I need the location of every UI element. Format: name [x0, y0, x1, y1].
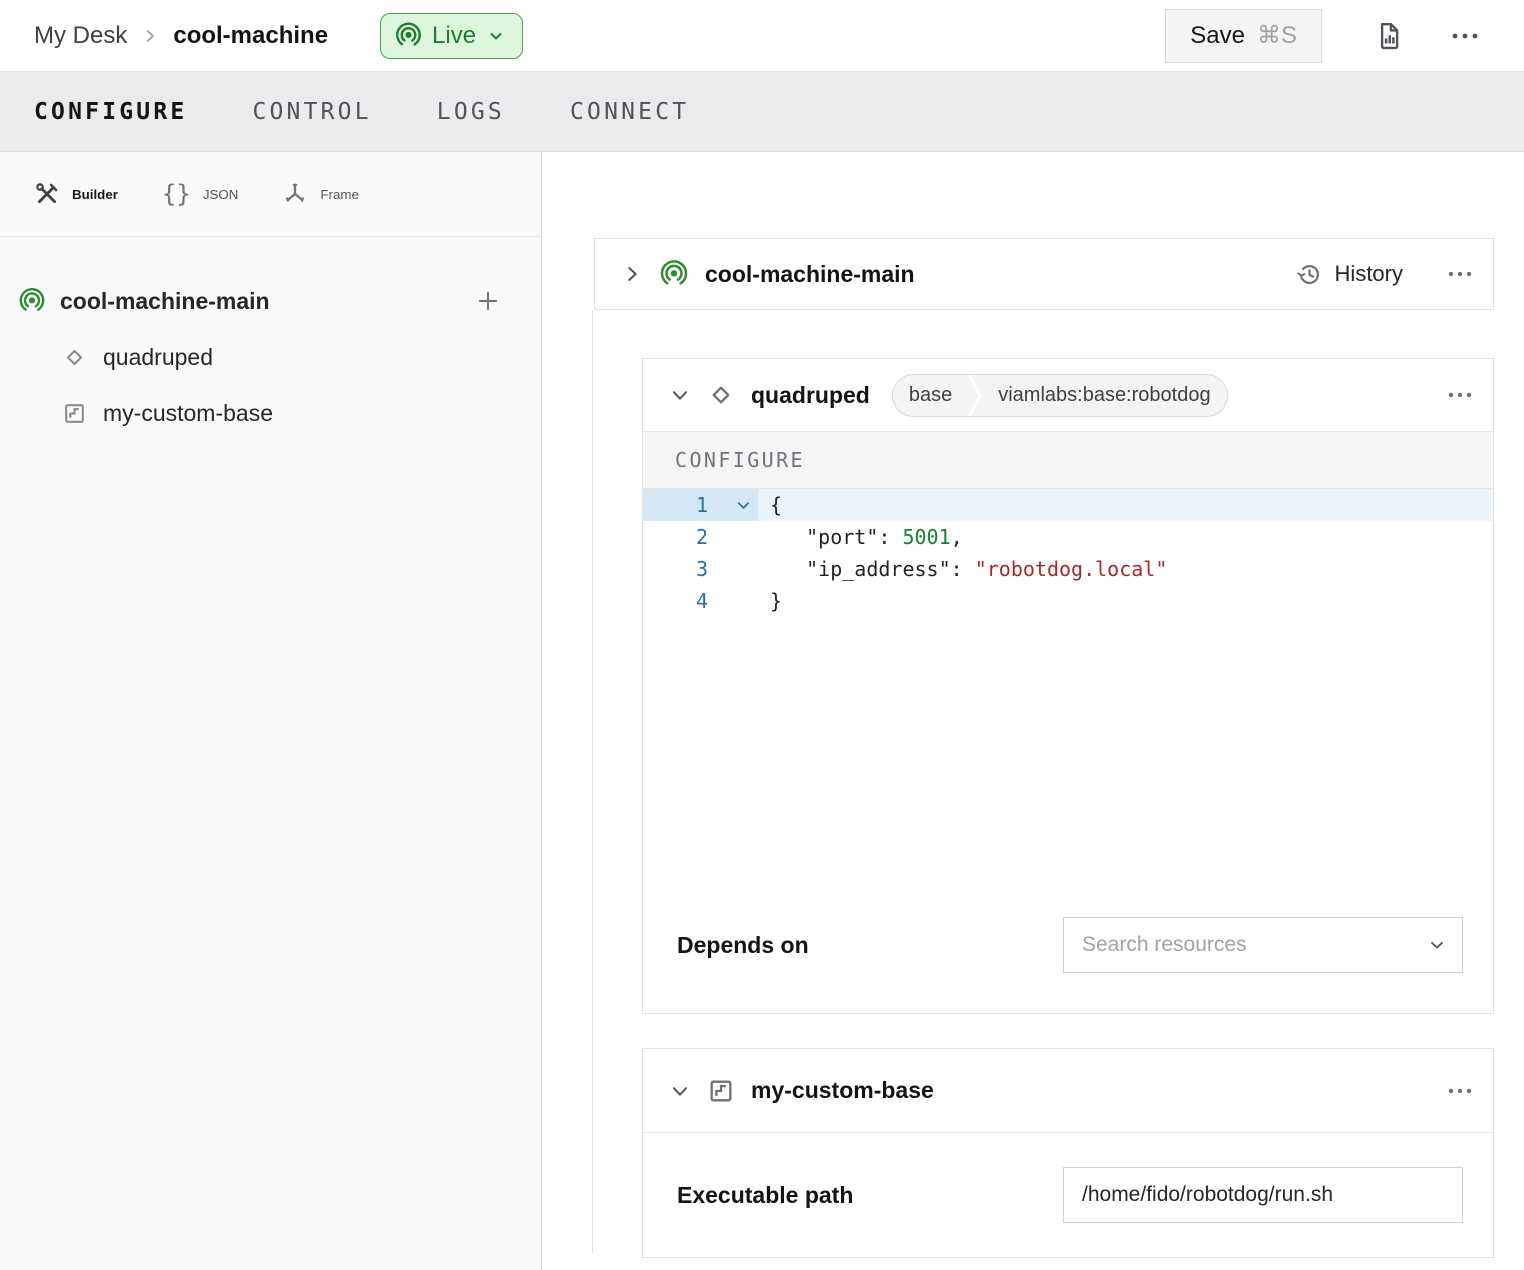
component-type-model-badge: base viamlabs:base:robotdog — [892, 374, 1228, 417]
component-diamond-icon — [707, 381, 735, 409]
resource-tree: cool-machine-main quadruped — [0, 237, 541, 441]
configure-section-header: CONFIGURE — [643, 431, 1493, 489]
live-signal-icon — [395, 22, 422, 49]
badge-divider-icon — [968, 374, 982, 417]
history-label: History — [1335, 261, 1403, 287]
add-resource-button[interactable] — [475, 288, 501, 314]
status-badge-label: Live — [432, 22, 476, 50]
component-diamond-icon — [62, 345, 87, 370]
code-line-3[interactable]: 3 "ip_address": "robotdog.local" — [643, 553, 1493, 585]
header-overflow-menu-button[interactable] — [1450, 31, 1480, 41]
fold-gutter-space — [736, 521, 758, 553]
module-icon — [707, 1077, 735, 1105]
collapse-quadruped-button[interactable] — [669, 384, 691, 406]
collapse-module-button[interactable] — [669, 1080, 691, 1102]
module-card: my-custom-base Executable path — [642, 1048, 1494, 1258]
module-card-menu-button[interactable] — [1447, 1087, 1473, 1095]
machine-part-card: cool-machine-main History — [594, 238, 1494, 310]
depends-on-label: Depends on — [677, 932, 1063, 959]
tree-connector-line — [592, 310, 593, 1253]
save-button[interactable]: Save ⌘S — [1165, 9, 1322, 63]
braces-icon: {} — [162, 180, 191, 208]
view-mode-switcher: Builder {} JSON Frame — [0, 152, 541, 237]
expand-part-card-button[interactable] — [621, 263, 643, 285]
executable-path-input[interactable] — [1063, 1167, 1463, 1223]
history-icon — [1296, 261, 1323, 288]
fold-gutter-space — [736, 585, 758, 617]
mode-builder-button[interactable]: Builder — [34, 181, 118, 207]
tree-item-machine-part[interactable]: cool-machine-main — [0, 273, 541, 329]
depends-on-select[interactable] — [1063, 917, 1463, 973]
mode-json-button[interactable]: {} JSON — [162, 180, 238, 208]
tab-logs[interactable]: LOGS — [437, 99, 505, 125]
save-button-label: Save — [1190, 22, 1245, 50]
executable-path-row: Executable path — [643, 1133, 1493, 1257]
status-chevron-down-icon — [486, 26, 506, 46]
tree-item-my-custom-base[interactable]: my-custom-base — [0, 385, 541, 441]
machine-status-badge[interactable]: Live — [380, 13, 523, 59]
machine-metrics-button[interactable] — [1374, 21, 1404, 51]
component-card-title: quadruped — [751, 382, 870, 409]
code-line-2[interactable]: 2 "port": 5001, — [643, 521, 1493, 553]
tree-item-label: my-custom-base — [103, 400, 273, 427]
module-card-title: my-custom-base — [751, 1077, 934, 1104]
breadcrumb-chevron-icon — [141, 27, 159, 45]
breadcrumb-parent-link[interactable]: My Desk — [34, 22, 127, 50]
module-icon — [62, 401, 87, 426]
config-main-panel: cool-machine-main History — [542, 152, 1524, 1270]
file-chart-icon — [1374, 21, 1404, 51]
ellipsis-icon — [1450, 31, 1480, 41]
executable-path-label: Executable path — [677, 1182, 1063, 1209]
fold-chevron-icon[interactable] — [736, 489, 758, 521]
code-line-4[interactable]: 4} — [643, 585, 1493, 617]
part-card-title: cool-machine-main — [705, 261, 915, 288]
mode-frame-label: Frame — [320, 187, 359, 202]
history-button[interactable]: History — [1296, 261, 1403, 288]
component-type-badge: base — [893, 375, 968, 416]
tools-icon — [34, 181, 60, 207]
configure-section-label: CONFIGURE — [675, 448, 805, 472]
depends-on-row: Depends on — [643, 899, 1493, 1013]
config-sidebar: Builder {} JSON Frame — [0, 152, 542, 1270]
code-line-1[interactable]: 1{ — [643, 489, 1493, 521]
tree-item-label: cool-machine-main — [60, 288, 270, 315]
fold-gutter-space — [736, 553, 758, 585]
save-shortcut-hint: ⌘S — [1257, 21, 1297, 50]
tree-item-quadruped[interactable]: quadruped — [0, 329, 541, 385]
machine-tabbar: CONFIGURE CONTROL LOGS CONNECT — [0, 72, 1524, 152]
mode-frame-button[interactable]: Frame — [282, 181, 359, 207]
tab-control[interactable]: CONTROL — [252, 99, 371, 125]
component-card-menu-button[interactable] — [1447, 391, 1473, 399]
part-card-menu-button[interactable] — [1447, 270, 1473, 278]
breadcrumb: My Desk cool-machine — [34, 22, 328, 50]
breadcrumb-current: cool-machine — [173, 22, 328, 50]
frame-axes-icon — [282, 181, 308, 207]
mode-builder-label: Builder — [72, 187, 118, 202]
component-model-badge: viamlabs:base:robotdog — [982, 375, 1226, 416]
machine-config-page: My Desk cool-machine Live Save ⌘S — [0, 0, 1524, 1270]
tab-connect[interactable]: CONNECT — [570, 99, 689, 125]
tab-configure[interactable]: CONFIGURE — [34, 99, 187, 125]
machine-part-icon — [18, 287, 46, 315]
tree-item-label: quadruped — [103, 344, 213, 371]
header: My Desk cool-machine Live Save ⌘S — [0, 0, 1524, 72]
mode-json-label: JSON — [203, 187, 239, 202]
machine-part-icon — [659, 259, 689, 289]
quadruped-component-card: quadruped base viamlabs:base:robotdog — [642, 358, 1494, 1014]
json-attributes-editor[interactable]: 1{2 "port": 5001,3 "ip_address": "robotd… — [643, 489, 1493, 899]
